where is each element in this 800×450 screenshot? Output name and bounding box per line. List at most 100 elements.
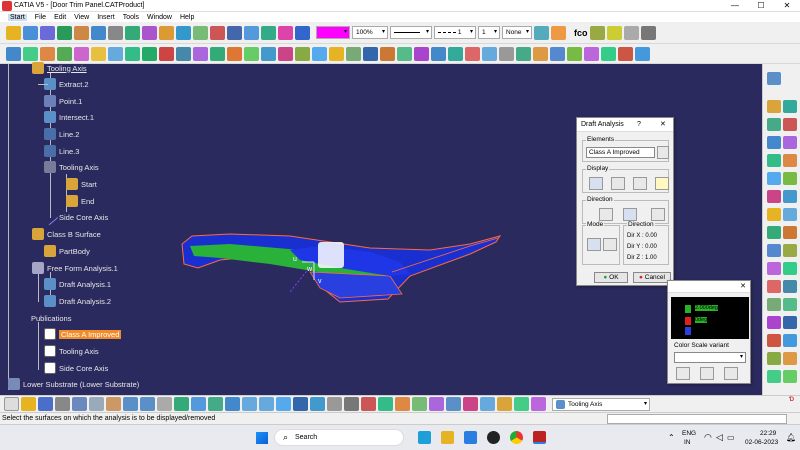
menu-file[interactable]: File [35, 14, 46, 21]
scale-icon[interactable] [278, 25, 293, 40]
menu-insert[interactable]: Insert [97, 14, 115, 21]
workbench-icon[interactable] [767, 72, 781, 85]
point-icon[interactable] [23, 25, 38, 40]
offset-icon[interactable] [193, 25, 208, 40]
current-selection-combo[interactable]: Tooling Axis ▾ [552, 397, 650, 411]
fog-icon[interactable]: fco [574, 28, 588, 38]
taskbar-app-icon[interactable] [418, 431, 431, 444]
hide-show-icon[interactable] [327, 397, 342, 411]
revolve-icon[interactable] [783, 136, 797, 149]
tree-node[interactable]: Draft Analysis.2 [44, 295, 111, 307]
reflect-lines-icon[interactable] [363, 46, 378, 61]
compass-direction-icon[interactable] [599, 208, 613, 221]
menu-window[interactable]: Window [147, 14, 172, 21]
law-icon[interactable] [584, 46, 599, 61]
fillet-icon[interactable] [767, 208, 781, 221]
menu-view[interactable]: View [74, 14, 89, 21]
tree-node[interactable]: Tooling Axis [44, 161, 99, 173]
rotate-icon[interactable] [244, 25, 259, 40]
porcupine-icon[interactable] [346, 46, 361, 61]
inverse-direction-icon[interactable] [651, 208, 665, 221]
measure-icon[interactable] [767, 316, 781, 329]
help-button[interactable]: ? [637, 118, 641, 132]
3d-compass-icon[interactable] [395, 397, 410, 411]
search-box[interactable]: ⌕ Search [274, 429, 404, 446]
dimension-icon[interactable] [429, 397, 444, 411]
knowledge-icon[interactable] [767, 352, 781, 365]
fill-icon[interactable] [783, 154, 797, 167]
shade-icon[interactable] [463, 397, 478, 411]
create-set-icon[interactable] [497, 397, 512, 411]
tree-node[interactable]: Start [66, 178, 97, 190]
tree-node[interactable]: PartBody [44, 245, 90, 257]
clock-time[interactable]: 22:29 [760, 430, 776, 437]
open-icon[interactable] [21, 397, 36, 411]
slope-mode-icon[interactable] [603, 238, 617, 251]
offset-surface-icon[interactable] [142, 46, 157, 61]
render-style-icon[interactable] [310, 397, 325, 411]
swap-space-icon[interactable] [344, 397, 359, 411]
undo-icon[interactable] [123, 397, 138, 411]
elements-field[interactable]: Class A Improved [586, 147, 655, 158]
sweep-icon[interactable] [40, 46, 55, 61]
edge-fillet-icon[interactable] [261, 46, 276, 61]
axis-compass[interactable] [286, 240, 356, 296]
normal-view-icon[interactable] [276, 397, 291, 411]
extrapolate-icon[interactable] [783, 298, 797, 311]
axis-system-icon[interactable] [465, 46, 480, 61]
boundary-icon[interactable] [210, 46, 225, 61]
isophotes-icon[interactable] [414, 46, 429, 61]
whats-this-icon[interactable] [157, 397, 172, 411]
sketch-icon[interactable] [767, 100, 781, 113]
sketch-icon[interactable] [6, 25, 21, 40]
tools-icon[interactable] [361, 397, 376, 411]
tree-node[interactable]: Free Form Analysis.1 [32, 262, 118, 274]
trim-icon[interactable] [767, 190, 781, 203]
catia-taskbar-icon[interactable] [533, 431, 546, 444]
environment-mapping-icon[interactable] [397, 46, 412, 61]
keyboard-indicator[interactable]: IN [684, 439, 691, 446]
tree-node[interactable]: Class A Improved [44, 328, 122, 340]
color-scale-close-button[interactable]: ✕ [740, 282, 746, 290]
tree-node[interactable]: Class B Surface [32, 228, 101, 240]
snap-icon[interactable] [378, 397, 393, 411]
draft-mode-icon[interactable] [587, 238, 601, 251]
cut-icon[interactable] [72, 397, 87, 411]
print-icon[interactable] [55, 397, 70, 411]
dialog-close-button[interactable]: ✕ [660, 118, 666, 132]
formula-icon[interactable] [550, 46, 565, 61]
extrude-icon[interactable] [767, 136, 781, 149]
media-player-icon[interactable] [487, 431, 500, 444]
highlight-lines-icon[interactable] [380, 46, 395, 61]
tree-node[interactable]: Side Core Axis [41, 208, 108, 226]
stop-update-icon[interactable] [618, 46, 633, 61]
draft-icon[interactable] [767, 280, 781, 293]
tree-node[interactable]: End [66, 195, 94, 207]
new-icon[interactable] [4, 397, 19, 411]
color-scale-icon[interactable] [633, 177, 647, 190]
swap-visible-icon[interactable] [640, 25, 656, 40]
tree-node[interactable]: Lower Substrate (Lower Substrate) [8, 378, 139, 390]
paste-icon[interactable] [106, 397, 121, 411]
healing-icon[interactable] [767, 298, 781, 311]
menu-start[interactable]: Start [8, 13, 27, 21]
layer-number-combo[interactable]: 1 ▾ [478, 26, 500, 39]
transparency-combo[interactable]: 100% ▾ [352, 26, 388, 39]
disassemble-icon[interactable] [193, 46, 208, 61]
connect-checker-icon[interactable] [329, 46, 344, 61]
analysis-icon[interactable] [783, 118, 797, 131]
redo-icon[interactable] [140, 397, 155, 411]
battery-icon[interactable]: ▭ [727, 433, 735, 442]
views-icon[interactable] [293, 397, 308, 411]
measure-icon[interactable] [108, 25, 123, 40]
join-icon[interactable] [142, 25, 157, 40]
thickness-icon[interactable] [783, 280, 797, 293]
close-button[interactable]: ✕ [774, 0, 800, 12]
translate-icon[interactable] [767, 226, 781, 239]
plane-icon[interactable] [57, 25, 72, 40]
tooling-axis-icon[interactable] [482, 46, 497, 61]
on-the-fly-icon[interactable] [655, 177, 669, 190]
cancel-button[interactable]: ● Cancel [633, 272, 671, 283]
capture-icon[interactable] [446, 397, 461, 411]
update-icon[interactable] [601, 46, 616, 61]
